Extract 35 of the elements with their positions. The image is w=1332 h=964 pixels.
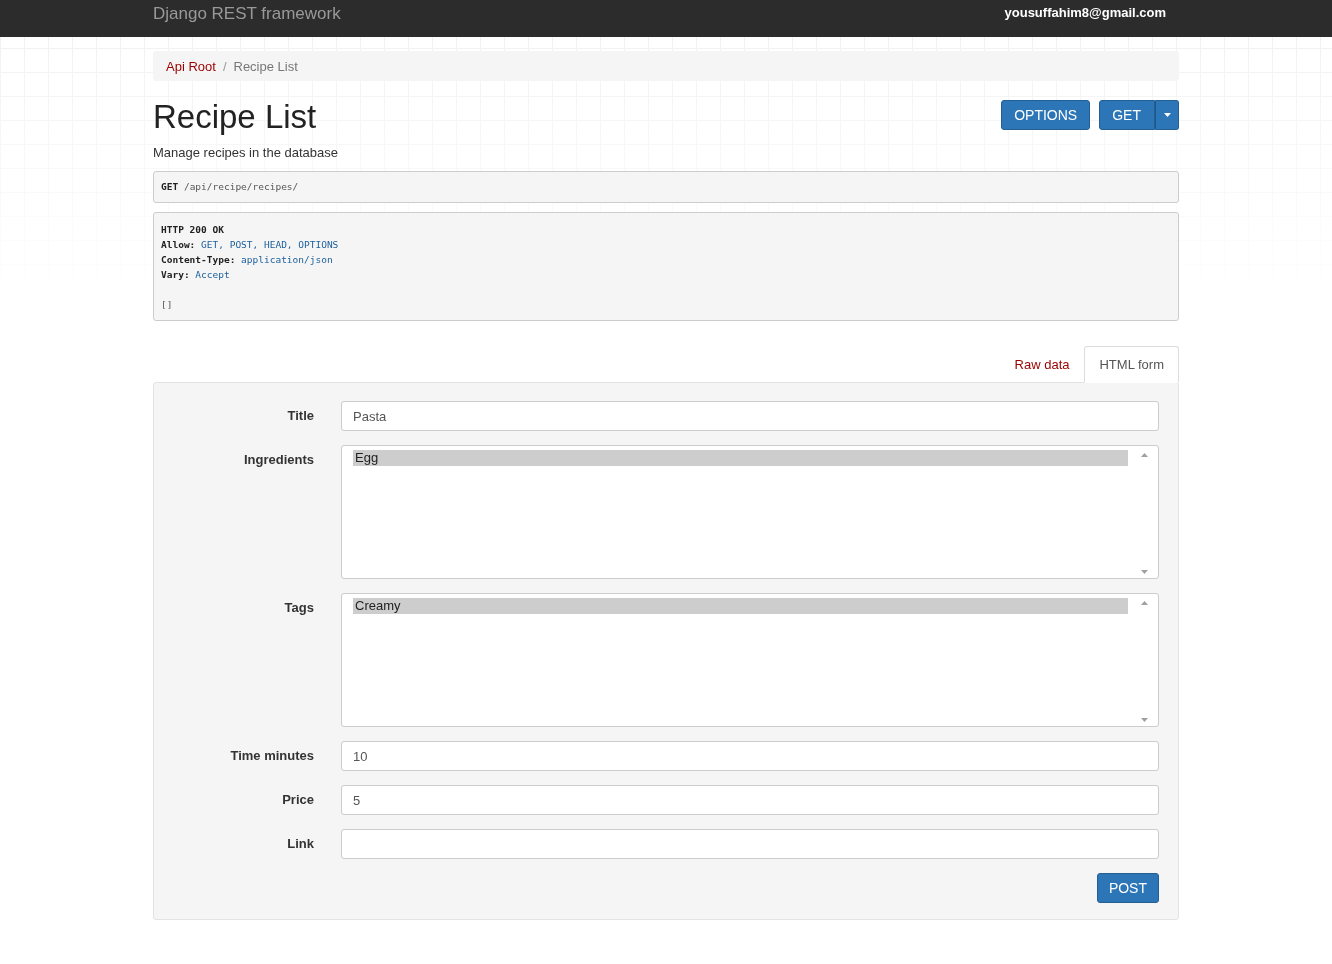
breadcrumb-link[interactable]: Api Root: [166, 58, 216, 74]
list-option[interactable]: Egg: [353, 450, 1128, 466]
scroll-up-icon[interactable]: [1141, 601, 1148, 605]
user-email[interactable]: yousuffahim8@gmail.com: [1004, 0, 1166, 26]
list-option[interactable]: Creamy: [353, 598, 1128, 614]
multi-select-list[interactable]: Egg: [341, 445, 1159, 579]
field-label: Price: [281, 791, 314, 809]
tab[interactable]: HTML form: [1084, 346, 1179, 383]
field-label: Link: [286, 835, 314, 853]
tab[interactable]: Raw data: [999, 346, 1085, 383]
multi-select-list[interactable]: Creamy: [341, 593, 1159, 727]
post-button[interactable]: POST: [1096, 873, 1159, 903]
scroll-down-icon[interactable]: [1141, 718, 1148, 722]
breadcrumb-separator: /: [221, 58, 228, 74]
field-label: Title: [286, 407, 314, 425]
field-label: Ingredients: [242, 451, 314, 469]
brand-title[interactable]: Django REST framework: [153, 0, 341, 28]
response-header: Content-Type: application/json: [161, 253, 334, 267]
text-field[interactable]: 5: [341, 785, 1159, 815]
scroll-up-icon[interactable]: [1141, 453, 1148, 457]
field-label: Time minutes: [229, 747, 314, 765]
options-button[interactable]: OPTIONS: [1001, 100, 1091, 130]
field-label: Tags: [283, 599, 314, 617]
text-field[interactable]: 10: [341, 741, 1159, 771]
scroll-down-icon[interactable]: [1141, 570, 1148, 574]
get-button[interactable]: GET: [1099, 100, 1155, 130]
response-body: []: [161, 298, 174, 312]
response-header: Allow: GET, POST, HEAD, OPTIONS: [161, 238, 340, 252]
page-description: Manage recipes in the database: [153, 145, 338, 160]
page-title: Recipe List: [153, 99, 318, 135]
caret-icon: [1163, 113, 1171, 117]
response-header: Vary: Accept: [161, 268, 231, 282]
response-status: HTTP 200 OK: [161, 223, 225, 237]
dropdown-toggle[interactable]: [1155, 100, 1179, 130]
text-field[interactable]: Pasta: [341, 401, 1159, 431]
